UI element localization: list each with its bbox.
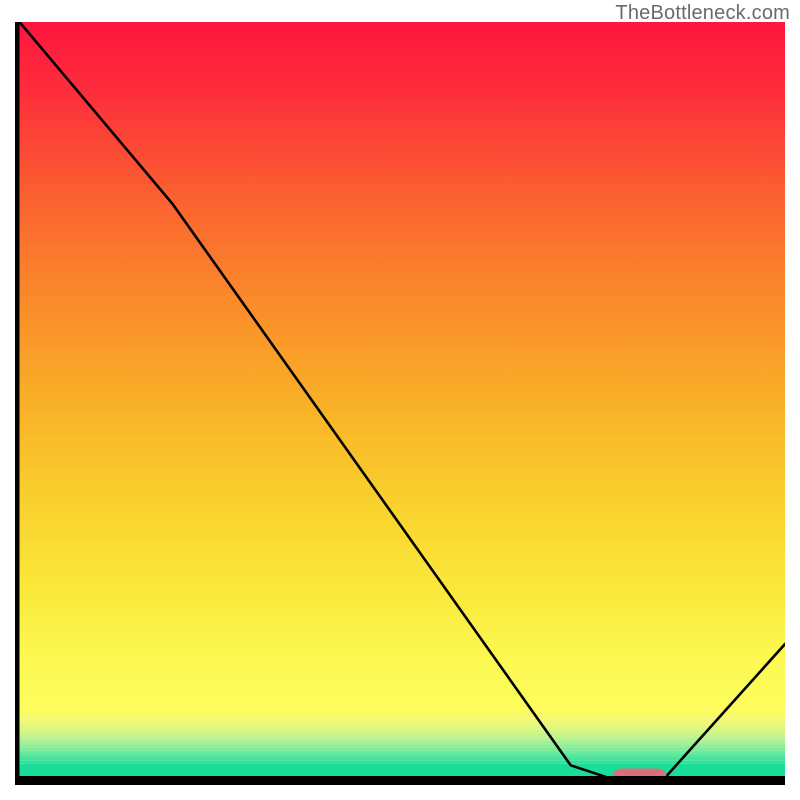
chart-svg — [15, 22, 785, 785]
gradient-block — [15, 22, 785, 714]
bottleneck-chart — [15, 22, 785, 785]
chart-container: TheBottleneck.com — [0, 0, 800, 800]
band-strip — [15, 710, 785, 781]
